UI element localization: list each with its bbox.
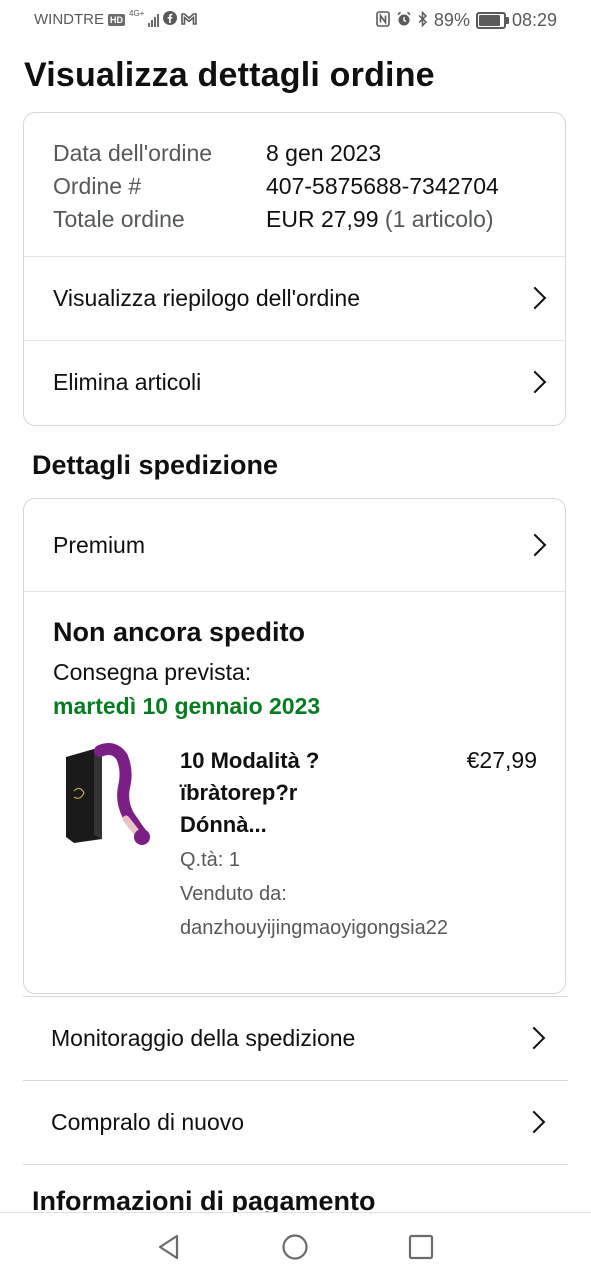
- order-date-label: Data dell'ordine: [53, 140, 213, 166]
- order-number-row: Ordine # 407-5875688-7342704: [53, 170, 499, 203]
- order-item-count: (1 articolo): [384, 206, 494, 232]
- product-title[interactable]: 10 Modalità ? ïbràtorep?r Dónnà...: [180, 745, 430, 841]
- divider: [23, 1164, 568, 1165]
- status-bar-left: WINDTRE HD 4G+: [34, 9, 198, 28]
- delete-items-label: Elimina articoli: [53, 368, 202, 395]
- chevron-right-icon: [523, 533, 547, 557]
- delete-items-link[interactable]: Elimina articoli: [24, 340, 565, 424]
- order-date-value: 8 gen 2023: [266, 140, 382, 166]
- hd-badge: HD: [108, 13, 125, 26]
- network-type: 4G+: [129, 9, 145, 18]
- product-quantity: Q.tà: 1: [180, 849, 241, 871]
- divider: [24, 591, 565, 592]
- expected-delivery-date: martedì 10 gennaio 2023: [53, 693, 321, 719]
- seller-name: danzhouyijingmaoyigongsia22: [180, 917, 448, 939]
- order-total-value: EUR 27,99 (1 articolo): [266, 203, 494, 236]
- product-title-line-1: 10 Modalità ?: [180, 748, 320, 773]
- carrier-name: WINDTRE: [34, 11, 104, 28]
- facebook-icon: [163, 11, 178, 28]
- back-triangle-icon[interactable]: [155, 1233, 183, 1261]
- battery-percent: 89%: [433, 10, 470, 30]
- clock: 08:29: [511, 10, 557, 30]
- status-bar: WINDTRE HD 4G+ 89% 08:29: [0, 0, 591, 42]
- buy-again-link[interactable]: Compralo di nuovo: [23, 1080, 568, 1164]
- order-number-label: Ordine #: [53, 173, 142, 199]
- alarm-icon: [396, 11, 412, 30]
- chevron-right-icon: [523, 370, 547, 394]
- buy-again-label: Compralo di nuovo: [51, 1108, 245, 1135]
- view-order-summary-link[interactable]: Visualizza riepilogo dell'ordine: [24, 256, 565, 340]
- track-shipment-label: Monitoraggio della spedizione: [51, 1024, 356, 1051]
- order-total-amount: EUR 27,99: [266, 206, 379, 232]
- product-title-line-2: ïbràtorep?r: [180, 780, 298, 805]
- status-bar-right: 89% 08:29: [376, 10, 557, 31]
- order-info: Data dell'ordine 8 gen 2023 Ordine # 407…: [53, 137, 499, 236]
- sold-by-label: Venduto da:: [180, 883, 287, 905]
- shipping-service-label: Premium: [53, 531, 146, 558]
- shipment-status: Non ancora spedito: [53, 617, 306, 647]
- shipping-section-title: Dettagli spedizione: [32, 450, 279, 480]
- bluetooth-icon: [418, 10, 428, 30]
- order-total-label: Totale ordine: [53, 206, 185, 232]
- chevron-right-icon: [523, 286, 547, 310]
- product-price: €27,99: [466, 747, 537, 773]
- expected-delivery-label: Consegna prevista:: [53, 659, 252, 685]
- order-summary-card: Data dell'ordine 8 gen 2023 Ordine # 407…: [23, 112, 566, 426]
- view-order-summary-label: Visualizza riepilogo dell'ordine: [53, 284, 360, 311]
- signal-icon: [148, 13, 160, 27]
- chevron-right-icon: [522, 1110, 546, 1134]
- gmail-icon: [181, 12, 198, 28]
- nfc-icon: [376, 11, 390, 30]
- system-nav-bar: [0, 1212, 591, 1281]
- battery-icon: [475, 12, 509, 29]
- track-shipment-link[interactable]: Monitoraggio della spedizione: [23, 996, 568, 1080]
- order-date-row: Data dell'ordine 8 gen 2023: [53, 137, 499, 170]
- shipping-service-link[interactable]: Premium: [24, 503, 565, 587]
- page-title: Visualizza dettagli ordine: [24, 56, 435, 94]
- product-title-line-3: Dónnà...: [180, 812, 267, 837]
- shipping-card: Premium Non ancora spedito Consegna prev…: [23, 498, 566, 994]
- chevron-right-icon: [522, 1026, 546, 1050]
- recents-square-icon[interactable]: [407, 1233, 435, 1261]
- order-total-row: Totale ordine EUR 27,99 (1 articolo): [53, 203, 499, 236]
- home-circle-icon[interactable]: [281, 1233, 309, 1261]
- order-number-value: 407-5875688-7342704: [266, 173, 499, 199]
- product-image[interactable]: [60, 743, 152, 847]
